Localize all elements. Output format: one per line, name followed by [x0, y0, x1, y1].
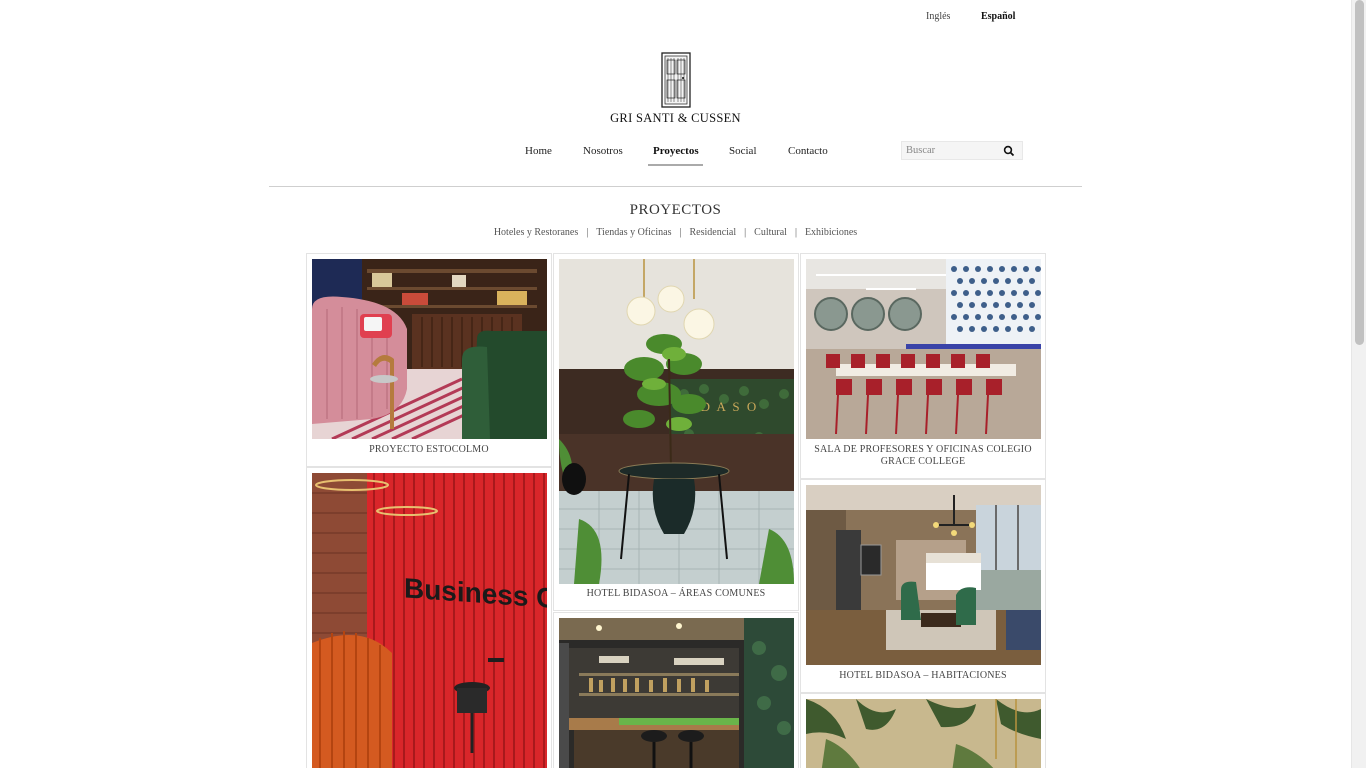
language-english-link[interactable]: Inglés — [926, 11, 950, 22]
filter-separator: | — [794, 227, 797, 238]
filter-separator: | — [679, 227, 682, 238]
nav-contacto[interactable]: Contacto — [788, 145, 828, 157]
nav-proyectos[interactable]: Proyectos — [653, 145, 699, 157]
site-logo[interactable]: GRI SANTI & CUSSEN — [0, 52, 1351, 126]
filter-exhibiciones[interactable]: Exhibiciones — [805, 227, 857, 238]
header-divider — [269, 186, 1082, 187]
project-image — [559, 618, 794, 768]
nav-social[interactable]: Social — [729, 145, 757, 157]
scrollbar-thumb[interactable] — [1355, 0, 1364, 345]
project-title: HOTEL BIDASOA – HABITACIONES — [839, 670, 1007, 681]
filter-separator: | — [586, 227, 589, 238]
language-spanish-link[interactable]: Español — [981, 11, 1015, 22]
vertical-scrollbar[interactable] — [1351, 0, 1366, 768]
project-title: PROYECTO ESTOCOLMO — [369, 444, 489, 455]
search-box — [901, 141, 1023, 160]
project-image — [806, 699, 1041, 768]
project-card-bidasoa-habitaciones[interactable]: HOTEL BIDASOA – HABITACIONES — [800, 479, 1046, 693]
page: Inglés Español GRI SANTI & CUSSEN Home N… — [0, 0, 1351, 768]
project-card-estocolmo[interactable]: PROYECTO ESTOCOLMO — [306, 253, 552, 467]
project-card-bidasoa-areas[interactable]: I D A S O HOTEL BIDASOA – ÁREAS COMUNES — [553, 253, 799, 611]
project-card-business-center[interactable]: Business Cent — [306, 467, 552, 768]
search-input[interactable] — [906, 143, 996, 158]
filter-residencial[interactable]: Residencial — [689, 227, 736, 238]
project-title: SALA DE PROFESORES Y OFICINAS COLEGIO GR… — [814, 444, 1032, 467]
nav-nosotros[interactable]: Nosotros — [583, 145, 623, 157]
project-image: Business Cent — [312, 473, 547, 768]
project-card-grace-college[interactable]: SALA DE PROFESORES Y OFICINAS COLEGIO GR… — [800, 253, 1046, 479]
page-title: PROYECTOS — [629, 202, 722, 218]
project-image — [806, 259, 1041, 439]
project-image: I D A S O — [559, 259, 794, 584]
brand-name: GRI SANTI & CUSSEN — [610, 111, 741, 125]
search-icon[interactable] — [1003, 145, 1015, 157]
filter-tiendas[interactable]: Tiendas y Oficinas — [596, 227, 671, 238]
project-image — [806, 485, 1041, 665]
project-image — [312, 259, 547, 439]
project-card-jungle-lounge[interactable] — [800, 693, 1046, 768]
category-filters: Hoteles y Restoranes | Tiendas y Oficinas |… — [0, 227, 1351, 238]
project-title: HOTEL BIDASOA – ÁREAS COMUNES — [586, 588, 766, 599]
door-icon — [660, 52, 691, 108]
filter-cultural[interactable]: Cultural — [754, 227, 787, 238]
filter-hoteles[interactable]: Hoteles y Restoranes — [494, 227, 578, 238]
nav-home[interactable]: Home — [525, 145, 552, 157]
filter-separator: | — [744, 227, 747, 238]
nav-active-indicator — [648, 164, 703, 166]
project-card-bar[interactable] — [553, 612, 799, 768]
